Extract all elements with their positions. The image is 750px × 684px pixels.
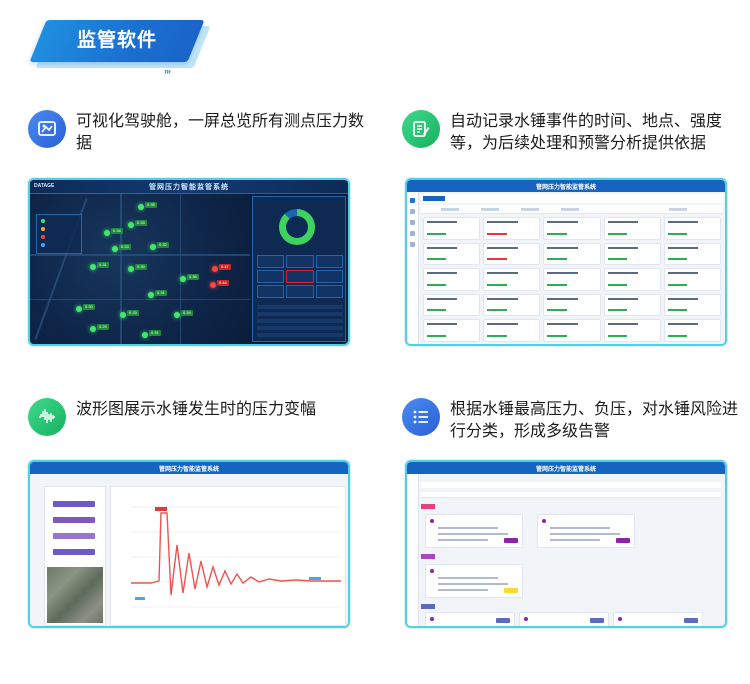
event-list [257,305,343,340]
sensor-point[interactable] [138,204,144,210]
event-card[interactable] [543,268,601,291]
alarm-card[interactable] [425,564,523,598]
records-title: 管网压力智能监管系统 [535,185,596,191]
event-card[interactable] [663,319,721,342]
section-badge: 监管软件 ››› [29,20,211,76]
pressure-waveform-chart [110,486,346,626]
event-card[interactable] [543,293,601,317]
event-card[interactable] [423,268,481,291]
event-card[interactable] [483,268,541,291]
sensor-point[interactable] [90,326,96,332]
sensor-point[interactable] [112,246,118,252]
event-card[interactable] [483,242,541,266]
records-topbar: 管网压力智能监管系统 [407,180,725,192]
feature-text: 可视化驾驶舱，一屏总览所有测点压力数据 [76,113,365,152]
cockpit-title: 管网压力智能监管系统 [149,184,229,191]
waveform-icon [28,398,66,436]
sensor-point[interactable] [180,276,186,282]
sensor-point[interactable] [150,244,156,250]
chevron-right-icon: ››› [164,66,171,76]
point-summary-grid [257,255,343,298]
sensor-point[interactable] [104,230,110,236]
alarm-topbar: 管网压力智能监管系统 [407,462,725,474]
event-card[interactable] [543,217,601,240]
event-card[interactable] [423,242,481,266]
event-card[interactable] [663,217,721,240]
cockpit-topbar: DATAGE 管网压力智能监管系统 [30,180,348,194]
alarm-filter-bar[interactable] [421,492,721,498]
alarm-title: 管网压力智能监管系统 [535,467,596,473]
satellite-map [47,567,103,623]
records-screenshot: 管网压力智能监管系统 [405,178,727,346]
cockpit-screenshot: DATAGE 管网压力智能监管系统 0.35 0.33 0.34 0.33 0.… [28,178,350,346]
alarm-card[interactable] [425,612,515,626]
edit-record-icon [402,110,440,148]
event-card[interactable] [603,319,661,342]
map-legend [36,214,82,254]
event-card[interactable] [483,319,541,342]
sensor-point[interactable] [142,332,148,338]
alarm-card[interactable] [425,514,523,548]
alarm-left-nav [407,474,419,626]
online-rate-donut [279,209,315,245]
waveform-topbar: 管网压力智能监管系统 [30,462,348,474]
alarm-point[interactable] [212,266,218,272]
records-dashboard: 管网压力智能监管系统 [407,180,725,344]
sensor-point[interactable] [90,264,96,270]
dashboard-icon [28,110,66,148]
alarm-screenshot: 管网压力智能监管系统 [405,460,727,628]
general-alarm-section [421,604,721,610]
sensor-point[interactable] [148,292,154,298]
feature-text: 波形图展示水锤发生时的压力变幅 [76,401,317,418]
event-card[interactable] [603,268,661,291]
cockpit-dashboard: DATAGE 管网压力智能监管系统 0.35 0.33 0.34 0.33 0.… [30,180,348,344]
records-left-nav [407,192,419,344]
sensor-point[interactable] [76,306,82,312]
moderate-alarm-section [421,554,721,560]
alarm-card[interactable] [613,612,703,626]
list-icon [402,398,440,436]
event-card[interactable] [423,319,481,342]
event-card[interactable] [423,293,481,317]
event-card[interactable] [663,268,721,291]
waveform-screenshot: 管网压力智能监管系统 [28,460,350,628]
sensor-point[interactable] [174,312,180,318]
alarm-point[interactable] [210,282,216,288]
event-card[interactable] [483,217,541,240]
event-timeline-panel [44,486,106,626]
event-card[interactable] [603,217,661,240]
pipeline-map: 0.35 0.33 0.34 0.33 0.32 0.31 0.30 0.47 … [30,194,250,344]
event-card[interactable] [603,293,661,317]
event-card[interactable] [543,319,601,342]
sensor-point[interactable] [128,222,134,228]
event-card[interactable] [663,293,721,317]
feature-text: 自动记录水锤事件的时间、地点、强度等，为后续处理和预警分析提供依据 [450,113,723,152]
waveform-title: 管网压力智能监管系统 [158,467,219,473]
sensor-point[interactable] [120,312,126,318]
event-card[interactable] [543,242,601,266]
sensor-point[interactable] [128,266,134,272]
records-filter-bar[interactable] [421,205,723,214]
feature-text: 根据水锤最高压力、负压，对水锤风险进行分类，形成多级告警 [450,401,739,440]
alarm-tab-bar[interactable] [421,482,721,488]
records-tabs[interactable] [421,194,723,203]
cockpit-side-panel [252,196,346,342]
event-card[interactable] [423,217,481,240]
alarm-card[interactable] [537,514,635,548]
severe-alarm-section [421,504,721,510]
event-card[interactable] [483,293,541,317]
alarm-dashboard: 管网压力智能监管系统 [407,462,725,626]
event-card-grid [423,217,721,342]
alarm-card[interactable] [519,612,609,626]
section-title: 监管软件 [76,30,157,51]
event-card[interactable] [603,242,661,266]
event-card[interactable] [663,242,721,266]
waveform-dashboard: 管网压力智能监管系统 [30,462,348,626]
